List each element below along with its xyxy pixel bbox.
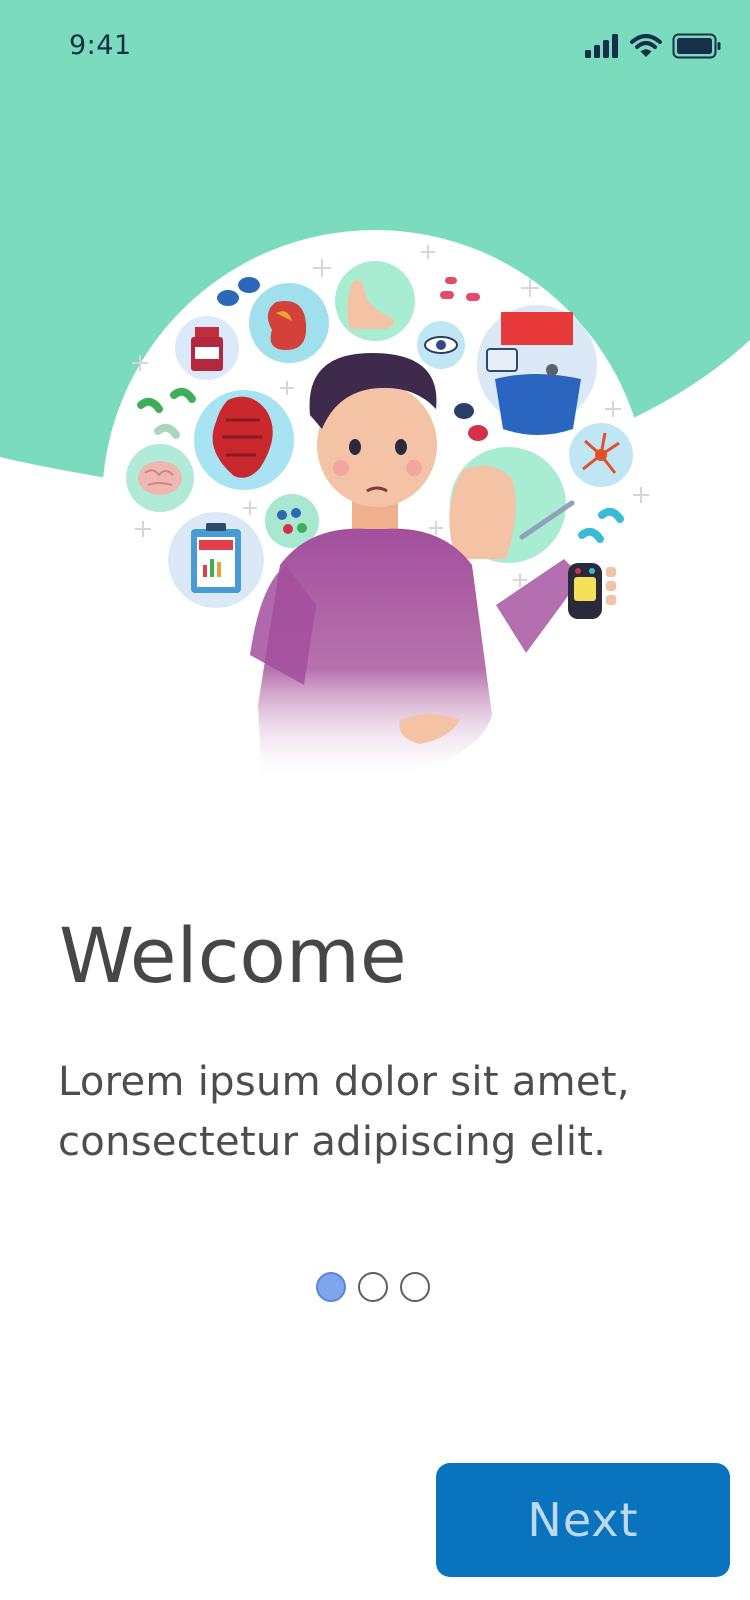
status-time: 9:41 [69,30,132,61]
medicine-bottle-icon [175,316,239,380]
eye-icon [417,321,465,369]
page-indicator-2[interactable] [358,1272,388,1302]
brain-icon [126,444,194,512]
medical-illustration [102,230,649,785]
status-icons [584,30,722,62]
next-button[interactable]: Next [436,1463,730,1577]
battery-icon [672,33,721,59]
heart-icon [194,390,294,490]
status-bar: 9:41 [0,0,750,100]
welcome-title: Welcome [59,911,407,1000]
cellular-signal-icon [585,34,618,58]
wifi-icon [630,34,662,57]
page-indicator-1[interactable] [316,1272,346,1302]
neuron-icon [569,423,633,487]
foot-icon [335,261,415,341]
clipboard-icon [168,512,264,608]
kidney-icon [249,283,329,363]
pagination-dots [316,1272,430,1302]
welcome-subtitle: Lorem ipsum dolor sit amet, consectetur … [58,1059,630,1165]
onboarding-screen: 9:41 Welcome Lorem ipsum dolor sit amet,… [0,0,750,1600]
page-indicator-3[interactable] [400,1272,430,1302]
